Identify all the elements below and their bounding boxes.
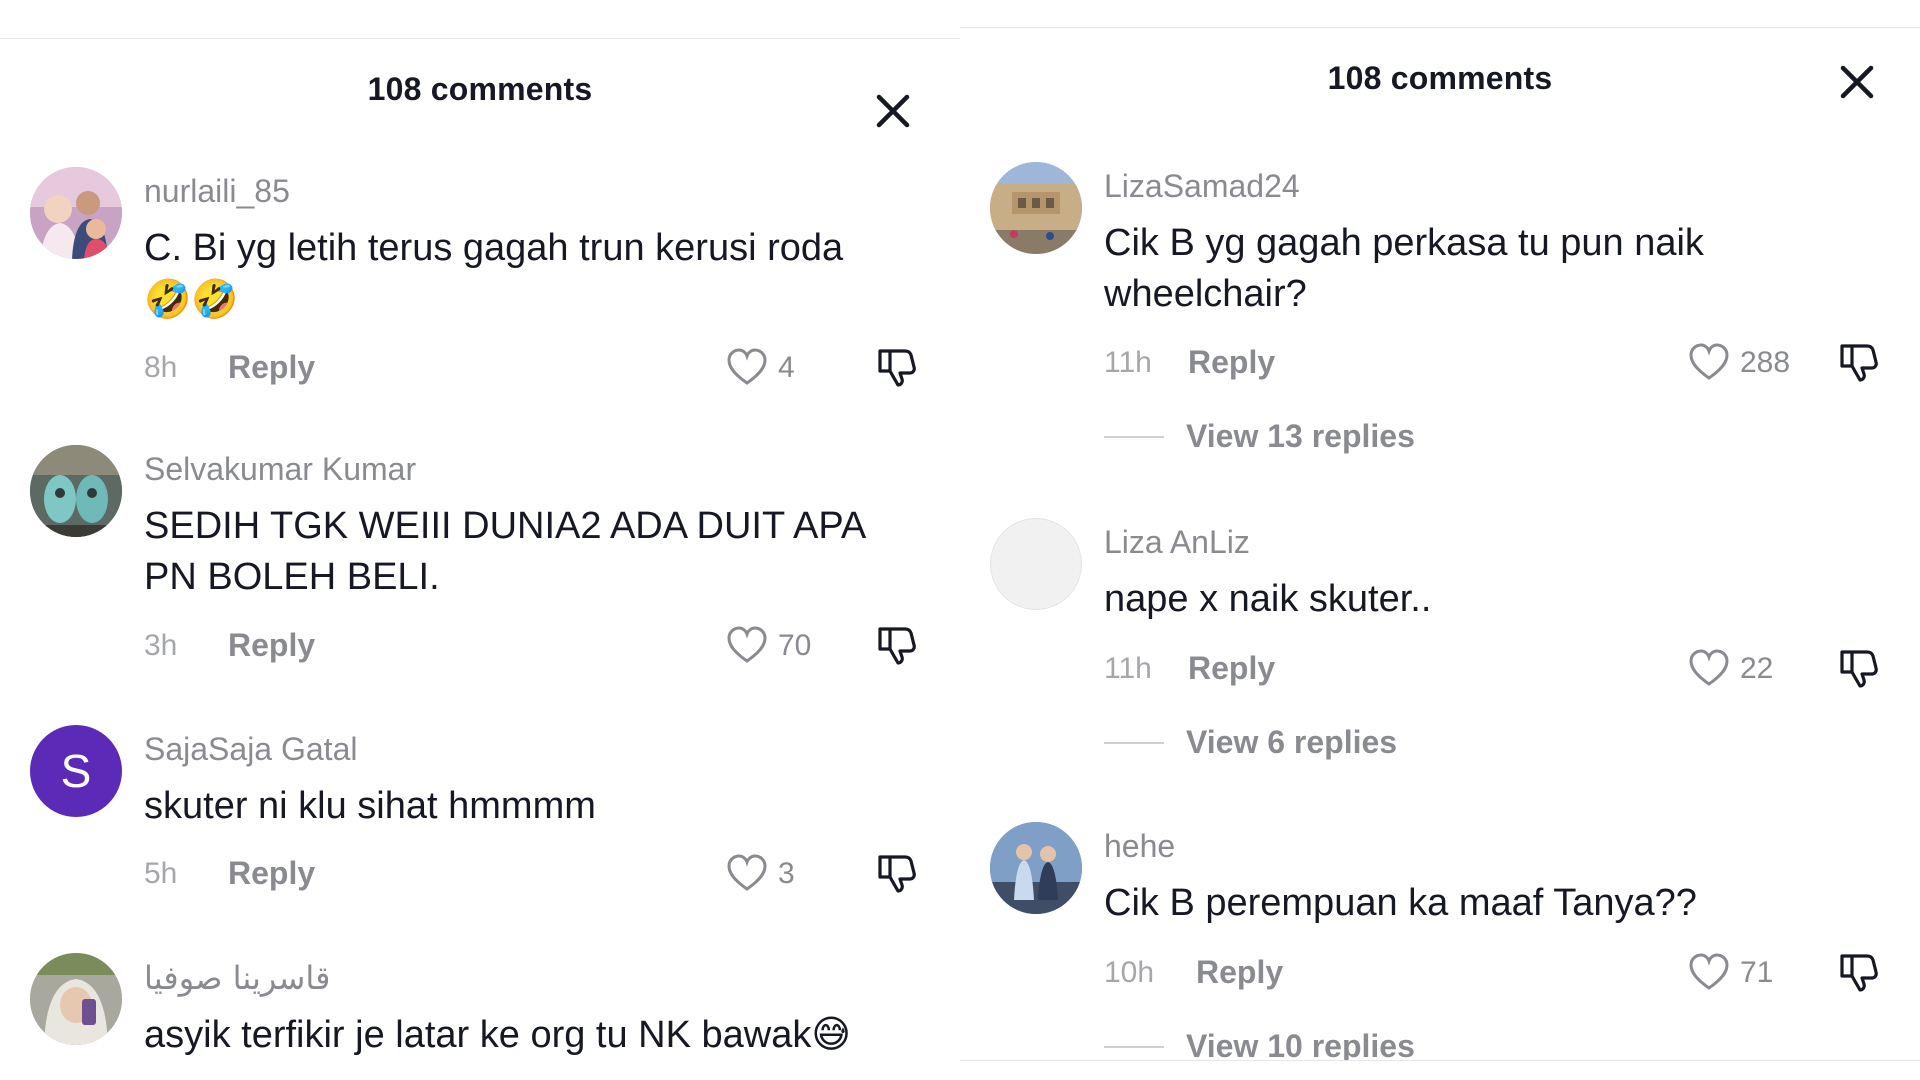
- comment-text: Cik B yg gagah perkasa tu pun naik wheel…: [1104, 222, 1704, 315]
- comment-actions: 5h Reply 3: [144, 851, 934, 895]
- comment-actions: 8h Reply 4: [144, 345, 934, 389]
- comment-time: 11h: [1104, 346, 1152, 379]
- comment-username[interactable]: Liza AnLiz: [1104, 524, 1250, 561]
- avatar[interactable]: [990, 822, 1082, 914]
- heart-outline-icon: [727, 854, 767, 891]
- comment-item: Selvakumar Kumar SEDIH TGK WEIII DUNIA2 …: [0, 445, 960, 645]
- divider: [1104, 436, 1164, 438]
- comment-emoji: 🤣🤣: [144, 277, 239, 321]
- heart-outline-icon: [727, 348, 767, 385]
- like-count: 288: [1740, 346, 1791, 379]
- comment-username[interactable]: hehe: [1104, 828, 1175, 865]
- thumbs-down-icon: [1840, 650, 1878, 688]
- thumbs-down-icon: [878, 349, 916, 387]
- comments-header: 108 comments: [960, 28, 1920, 128]
- comment-emoji: 😅: [811, 1012, 851, 1056]
- comments-count-title: 108 comments: [367, 71, 593, 107]
- comment-actions: 11h Reply 288: [1104, 340, 1894, 384]
- thumbs-down-icon: [878, 627, 916, 665]
- comment-time: 10h: [1104, 956, 1155, 989]
- comment-username[interactable]: قاسرينا صوفيا: [144, 959, 330, 997]
- comment-text: C. Bi yg letih terus gagah trun kerusi r…: [144, 223, 904, 326]
- close-icon[interactable]: [1837, 62, 1877, 102]
- reply-button[interactable]: Reply: [1188, 344, 1275, 381]
- avatar[interactable]: [990, 518, 1082, 610]
- comments-panel-right: 108 comments LizaSamad24 Cik B yg gagah …: [960, 27, 1920, 1061]
- dislike-button[interactable]: [1838, 340, 1880, 389]
- heart-outline-icon: [1689, 649, 1729, 686]
- comment-text-body: C. Bi yg letih terus gagah trun kerusi r…: [144, 227, 844, 269]
- comment-text: Cik B perempuan ka maaf Tanya??: [1104, 882, 1697, 924]
- heart-outline-icon: [727, 626, 767, 663]
- like-count: 70: [778, 629, 812, 662]
- comment-item: nurlaili_85 C. Bi yg letih terus gagah t…: [0, 167, 960, 367]
- reply-button[interactable]: Reply: [1196, 954, 1283, 991]
- avatar[interactable]: [30, 953, 122, 1045]
- comments-panel-left: 108 comments nurlaili_85 C. Bi yg letih …: [0, 38, 960, 1073]
- avatar-letter: S: [60, 745, 92, 797]
- comment-text: SEDIH TGK WEIII DUNIA2 ADA DUIT APA PN B…: [144, 505, 865, 598]
- comment-text-body: asyik terfikir je latar ke org tu NK baw…: [144, 1014, 812, 1056]
- comment-text: nape x naik skuter..: [1104, 578, 1432, 620]
- comment-text: asyik terfikir je latar ke org tu NK baw…: [144, 1009, 944, 1061]
- comment-actions: 3h Reply 70: [144, 623, 934, 667]
- view-replies-label: View 10 replies: [1186, 1028, 1415, 1061]
- comment-text: skuter ni klu sihat hmmmm: [144, 785, 596, 827]
- comment-username[interactable]: SajaSaja Gatal: [144, 731, 357, 768]
- dislike-button[interactable]: [876, 623, 918, 672]
- like-count: 71: [1740, 956, 1774, 989]
- comment-username[interactable]: LizaSamad24: [1104, 168, 1300, 205]
- comment-item: قاسرينا صوفيا asyik terfikir je latar ke…: [0, 953, 960, 1073]
- like-count: 22: [1740, 652, 1774, 685]
- view-replies-button[interactable]: View 10 replies: [1104, 1026, 1604, 1061]
- like-count: 3: [778, 857, 795, 890]
- comment-time: 5h: [144, 857, 178, 890]
- avatar[interactable]: S: [30, 725, 122, 817]
- comments-header: 108 comments: [0, 39, 960, 139]
- dislike-button[interactable]: [876, 851, 918, 900]
- dislike-button[interactable]: [1838, 950, 1880, 999]
- reply-button[interactable]: Reply: [228, 855, 315, 892]
- reply-button[interactable]: Reply: [228, 349, 315, 386]
- avatar[interactable]: [30, 167, 122, 259]
- thumbs-down-icon: [878, 855, 916, 893]
- reply-button[interactable]: Reply: [1188, 650, 1275, 687]
- divider: [1104, 742, 1164, 744]
- like-count: 4: [778, 351, 795, 384]
- comment-time: 11h: [1104, 652, 1152, 685]
- comment-username[interactable]: nurlaili_85: [144, 173, 290, 210]
- thumbs-down-icon: [1840, 954, 1878, 992]
- view-replies-button[interactable]: View 6 replies: [1104, 722, 1604, 762]
- dislike-button[interactable]: [1838, 646, 1880, 695]
- view-replies-button[interactable]: View 13 replies: [1104, 416, 1604, 456]
- thumbs-down-icon: [1840, 344, 1878, 382]
- heart-outline-icon: [1689, 953, 1729, 990]
- comment-username[interactable]: Selvakumar Kumar: [144, 451, 416, 488]
- heart-outline-icon: [1689, 343, 1729, 380]
- close-icon[interactable]: [873, 91, 913, 131]
- comment-time: 8h: [144, 351, 178, 384]
- reply-button[interactable]: Reply: [228, 627, 315, 664]
- dislike-button[interactable]: [876, 345, 918, 394]
- view-replies-label: View 13 replies: [1186, 418, 1415, 454]
- comments-count-title: 108 comments: [1327, 60, 1553, 96]
- view-replies-label: View 6 replies: [1186, 724, 1398, 760]
- avatar[interactable]: [990, 162, 1082, 254]
- comment-actions: 10h Reply 71: [1104, 950, 1894, 994]
- comment-actions: 11h Reply 22: [1104, 646, 1894, 690]
- comment-time: 3h: [144, 629, 178, 662]
- divider: [1104, 1046, 1164, 1048]
- avatar[interactable]: [30, 445, 122, 537]
- comment-item: LizaSamad24 Cik B yg gagah perkasa tu pu…: [960, 162, 1920, 362]
